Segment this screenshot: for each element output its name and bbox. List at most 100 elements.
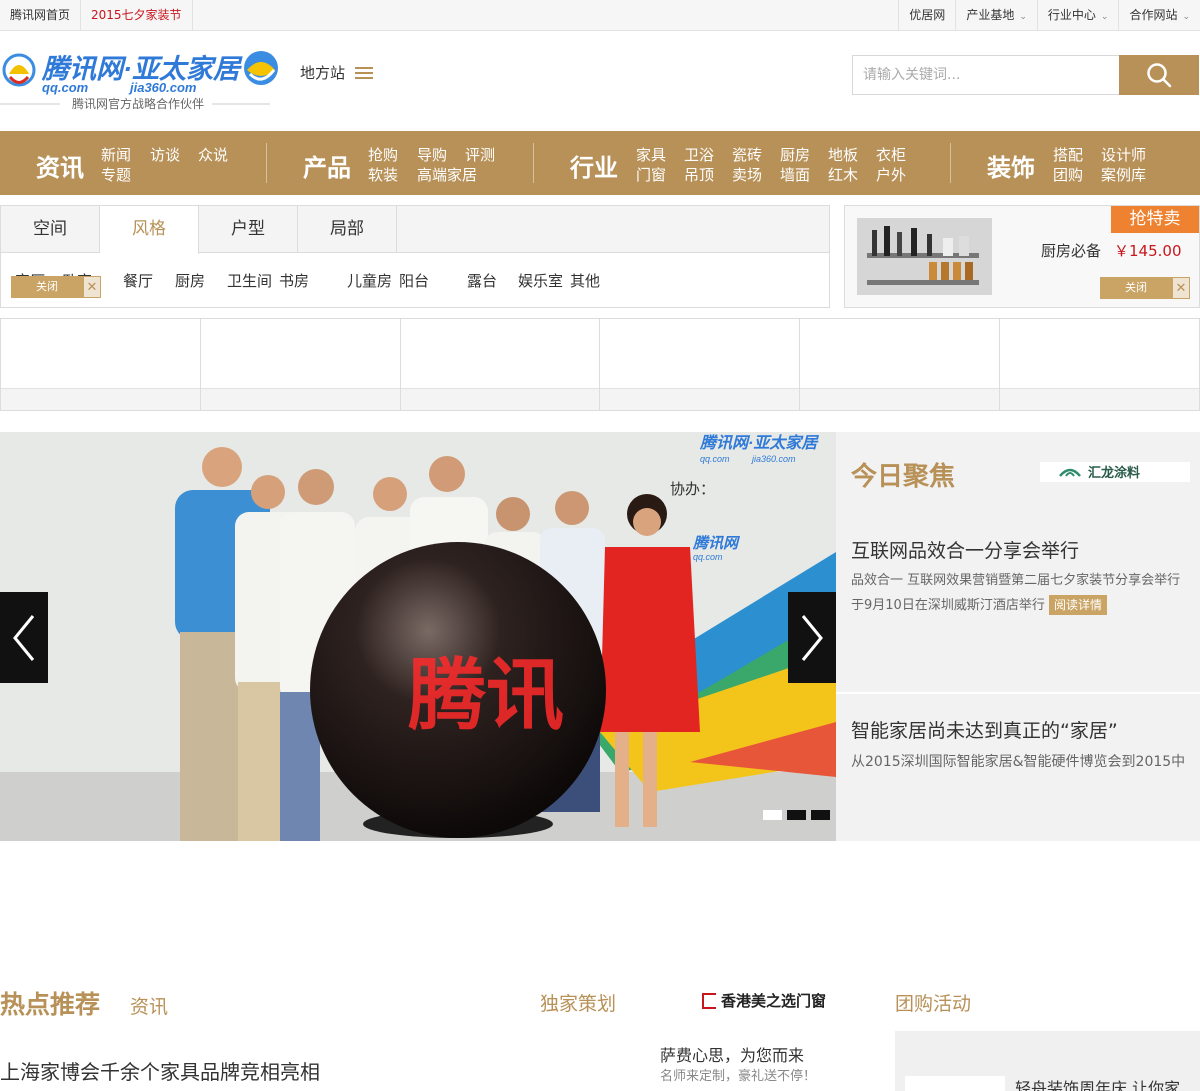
close-icon: ✕: [83, 276, 101, 298]
close-ad-bar[interactable]: 关闭 ✕: [1100, 277, 1190, 299]
site-logo[interactable]: 腾讯网·亚太家居 qq.com jia360.com 腾讯网官方战略合作伙伴: [0, 46, 282, 118]
nav-link[interactable]: 户外: [876, 164, 906, 185]
tag-link[interactable]: 书房: [279, 270, 309, 291]
nav-link[interactable]: 专题: [101, 164, 131, 185]
group-buy-thumbnail[interactable]: [905, 1076, 1005, 1091]
tag-link[interactable]: 其他: [570, 270, 600, 291]
carousel-next-button[interactable]: [788, 592, 836, 683]
nav-link[interactable]: 卫浴: [684, 144, 714, 165]
grid-cell[interactable]: [800, 319, 1001, 410]
logo-graphic: 腾讯网·亚太家居 qq.com jia360.com 腾讯网官方战略合作伙伴: [0, 51, 278, 111]
nav-link[interactable]: 团购: [1053, 164, 1083, 185]
nav-category-industry[interactable]: 行业: [570, 148, 618, 183]
nav-link[interactable]: 评测: [465, 144, 495, 165]
tab-layout[interactable]: 户型: [199, 206, 298, 253]
search-input[interactable]: [852, 55, 1119, 95]
news-headline[interactable]: 上海家博会千余个家具品牌竞相亮相: [0, 1056, 320, 1085]
nav-link[interactable]: 地板: [828, 144, 858, 165]
topbar-link-youju-label: 优居网: [909, 8, 946, 22]
nav-link[interactable]: 软装: [368, 164, 398, 185]
banner-sponsor-domain: qq.com: [693, 552, 723, 562]
banner-sign-domain: qq.com: [700, 454, 730, 464]
focus-item-title[interactable]: 智能家居尚未达到真正的“家居”: [851, 716, 1118, 743]
nav-link[interactable]: 墙面: [780, 164, 810, 185]
topbar-menu-partner-sites[interactable]: 合作网站 ⌄: [1118, 0, 1200, 30]
nav-link[interactable]: 设计师: [1101, 144, 1146, 165]
hot-recommend-title: 热点推荐: [0, 990, 101, 1019]
nav-link[interactable]: 衣柜: [876, 144, 906, 165]
topbar-link-youju[interactable]: 优居网: [898, 0, 955, 30]
nav-link[interactable]: 厨房: [780, 144, 810, 165]
carousel-dot[interactable]: [811, 810, 830, 820]
nav-category-news[interactable]: 资讯: [36, 148, 84, 183]
tag-link[interactable]: 露台: [467, 270, 497, 291]
nav-link[interactable]: 卖场: [732, 164, 762, 185]
search-icon: [1147, 63, 1172, 88]
local-station-label: 地方站: [300, 64, 346, 82]
tag-link[interactable]: 娱乐室: [518, 270, 563, 291]
nav-link[interactable]: 访谈: [150, 144, 180, 165]
topbar-menu-industry-base[interactable]: 产业基地 ⌄: [955, 0, 1037, 30]
tag-link[interactable]: 卫生间: [227, 270, 272, 291]
style-filter-panel: 空间 风格 户型 局部 客厅 卧室 餐厅 厨房 卫生间 书房 儿童房 阳台 露台…: [0, 205, 830, 308]
product-image: [857, 218, 992, 295]
tag-link[interactable]: 餐厅: [123, 270, 153, 291]
menu-icon: [355, 64, 374, 82]
nav-category-decoration[interactable]: 装饰: [987, 148, 1035, 183]
nav-link[interactable]: 高端家居: [417, 164, 477, 185]
focus-item-description: 品效合一 互联网效果营销暨第二届七夕家装节分享会举行于9月10日在深圳威斯汀酒店…: [851, 568, 1191, 618]
hot-recommend-tab-news[interactable]: 资讯: [130, 992, 168, 1019]
hk-brand-logo[interactable]: 香港美之选门窗: [702, 990, 826, 1011]
group-buy-item-title[interactable]: 轻舟装饰周年庆 让你家: [1015, 1075, 1180, 1091]
chevron-down-icon: ⌄: [1019, 12, 1027, 22]
tab-space[interactable]: 空间: [1, 206, 100, 253]
nav-link[interactable]: 众说: [198, 144, 228, 165]
grid-cell[interactable]: [1, 319, 201, 410]
flash-sale-box[interactable]: 抢特卖 厨房必备 ￥145.00 关闭 ✕: [844, 205, 1200, 308]
tag-link[interactable]: 儿童房: [347, 270, 392, 291]
tab-style[interactable]: 风格: [100, 206, 199, 254]
topbar-link-qq-home[interactable]: 腾讯网首页: [0, 0, 82, 30]
nav-link[interactable]: 搭配: [1053, 144, 1083, 165]
focus-item-title[interactable]: 互联网品效合一分享会举行: [851, 536, 1079, 563]
carousel-dot[interactable]: [787, 810, 806, 820]
topbar-link-qixi-festival[interactable]: 2015七夕家装节: [81, 0, 193, 30]
nav-link[interactable]: 新闻: [101, 144, 131, 165]
nav-link[interactable]: 案例库: [1101, 164, 1146, 185]
group-buy-title[interactable]: 团购活动: [895, 989, 971, 1016]
local-station-menu[interactable]: 地方站: [300, 62, 374, 83]
nav-group-news: 资讯 新闻 访谈 众说 专题: [0, 131, 266, 195]
divider: [836, 692, 1200, 694]
carousel-dot[interactable]: [763, 810, 782, 820]
search-button[interactable]: [1119, 55, 1199, 95]
exclusive-planning-title[interactable]: 独家策划: [540, 989, 616, 1016]
nav-link[interactable]: 红木: [828, 164, 858, 185]
tag-link[interactable]: 阳台: [399, 270, 429, 291]
logo-domain-right: jia360.com: [128, 80, 197, 95]
chevron-left-icon: [13, 614, 35, 661]
tab-partial[interactable]: 局部: [298, 206, 397, 253]
nav-link[interactable]: 家具: [636, 144, 666, 165]
nav-category-products[interactable]: 产品: [303, 148, 351, 183]
ball-led-text: 腾讯: [408, 651, 564, 741]
grid-cell[interactable]: [200, 319, 401, 410]
read-more-button[interactable]: 阅读详情: [1048, 595, 1107, 615]
nav-link[interactable]: 门窗: [636, 164, 666, 185]
carousel-prev-button[interactable]: [0, 592, 48, 683]
topbar-menu-industry-center[interactable]: 行业中心 ⌄: [1036, 0, 1119, 30]
exclusive-item-title[interactable]: 萨费心思，为您而来: [660, 1042, 804, 1066]
logo-tagline: 腾讯网官方战略合作伙伴: [72, 96, 204, 111]
nav-group-industry: 行业 家具 卫浴 瓷砖 厨房 地板 衣柜 门窗 吊顶 卖场 墙面 红木 户外: [534, 131, 950, 195]
grid-cell[interactable]: [1000, 319, 1199, 410]
close-label: 关闭: [11, 276, 83, 298]
hero-carousel[interactable]: 腾讯网·亚太家居 qq.com jia360.com 协办： 腾讯网 qq.co…: [0, 432, 836, 841]
nav-link[interactable]: 导购: [417, 144, 447, 165]
nav-link[interactable]: 吊顶: [684, 164, 714, 185]
tag-link[interactable]: 厨房: [175, 270, 205, 291]
grid-cell[interactable]: [600, 319, 801, 410]
sponsor-logo[interactable]: 汇龙涂料: [1040, 462, 1190, 482]
close-ad-bar[interactable]: 关闭 ✕: [11, 276, 101, 298]
nav-link[interactable]: 抢购: [368, 144, 398, 165]
nav-link[interactable]: 瓷砖: [732, 144, 762, 165]
grid-cell[interactable]: [400, 319, 601, 410]
